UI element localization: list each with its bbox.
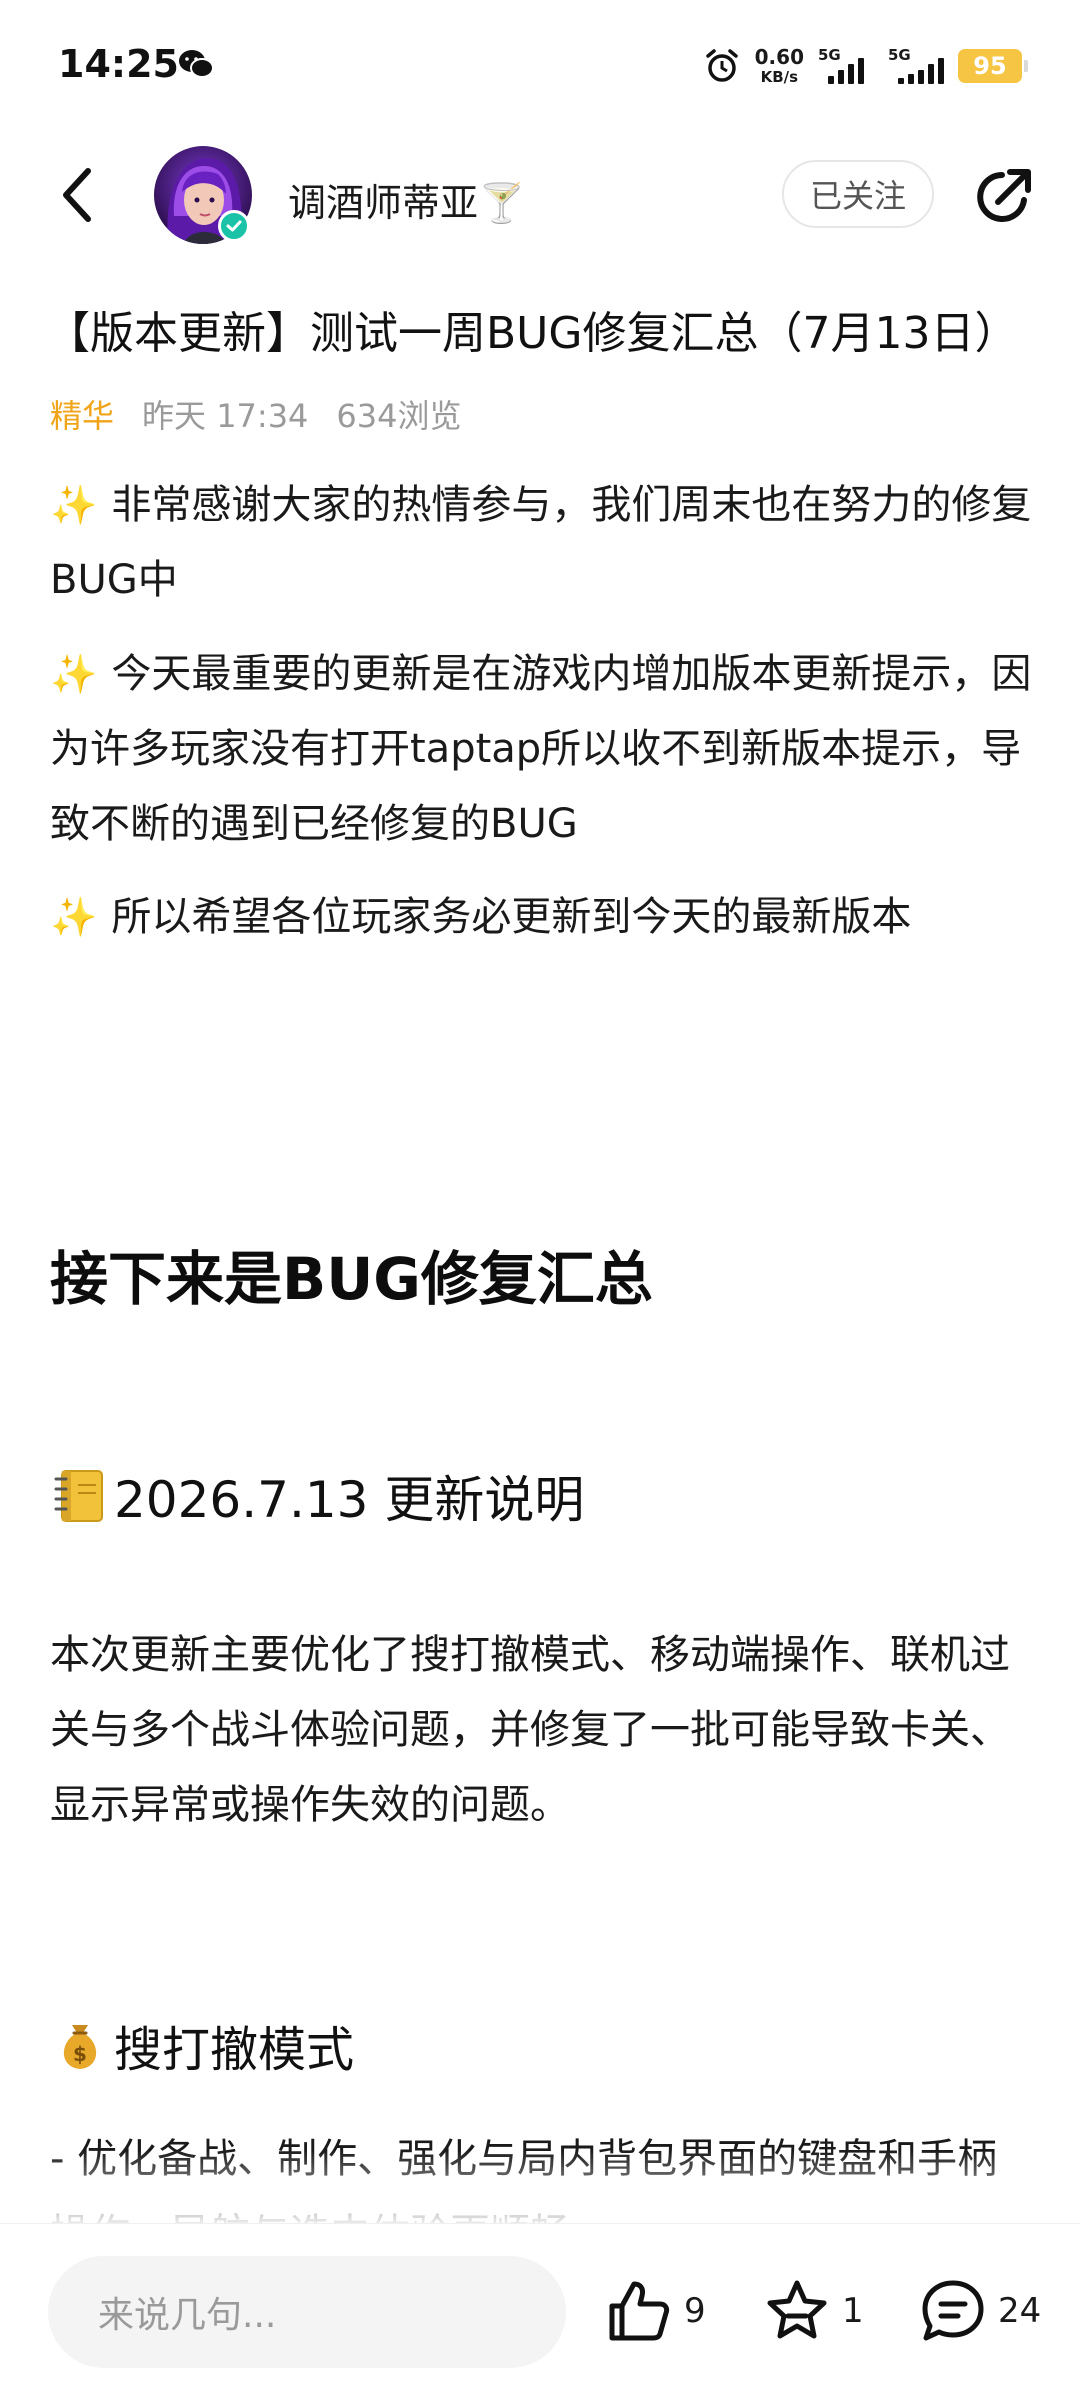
net-speed-unit: KB/s bbox=[760, 68, 799, 86]
post-header: 调酒师蒂亚🍸 已关注 bbox=[0, 130, 1080, 260]
share-icon bbox=[977, 169, 1031, 222]
comment-input[interactable]: 来说几句... bbox=[48, 2256, 566, 2368]
star-icon bbox=[767, 2280, 827, 2339]
paragraph-text: 所以希望各位玩家务必更新到今天的最新版本 bbox=[111, 894, 912, 940]
battery-level: 95 bbox=[973, 52, 1007, 80]
notebook-icon bbox=[54, 1470, 103, 1522]
back-button[interactable] bbox=[48, 160, 108, 230]
follow-button[interactable]: 已关注 bbox=[782, 160, 934, 228]
like-button[interactable]: 9 bbox=[604, 2276, 706, 2346]
share-button[interactable] bbox=[968, 162, 1038, 232]
status-time: 14:25 bbox=[58, 42, 179, 86]
section-heading: 接下来是BUG修复汇总 bbox=[50, 1245, 653, 1313]
update-intro: 本次更新主要优化了搜打撤模式、移动端操作、联机过关与多个战斗体验问题，并修复了一… bbox=[50, 1632, 1010, 1828]
update-heading: 2026.7.13 更新说明 bbox=[50, 1460, 584, 1532]
mode-heading: $ 搜打撤模式 bbox=[50, 2010, 354, 2080]
like-count: 9 bbox=[684, 2291, 706, 2331]
update-heading-text: 2026.7.13 更新说明 bbox=[114, 1471, 585, 1529]
wechat-icon bbox=[179, 50, 214, 78]
svg-text:$: $ bbox=[73, 2042, 87, 2066]
sparkles-icon: ✨ bbox=[50, 483, 98, 527]
sim1-signal: 5G bbox=[818, 46, 874, 86]
featured-tag[interactable]: 精华 bbox=[50, 393, 114, 439]
post-title: 【版本更新】测试一周BUG修复汇总（7月13日） bbox=[46, 308, 1019, 359]
money-bag-icon: $ bbox=[63, 2025, 97, 2069]
comment-bubble-icon bbox=[922, 2280, 984, 2341]
sim2-signal: 5G bbox=[888, 46, 944, 86]
comment-count: 24 bbox=[998, 2291, 1042, 2331]
post-time: 昨天 17:34 bbox=[142, 397, 309, 435]
battery-indicator: 95 bbox=[958, 49, 1028, 83]
sparkles-icon: ✨ bbox=[50, 895, 98, 939]
paragraph-text: 非常感谢大家的热情参与，我们周末也在努力的修复BUG中 bbox=[50, 482, 1032, 603]
paragraph-text: 今天最重要的更新是在游戏内增加版本更新提示，因为许多玩家没有打开taptap所以… bbox=[50, 651, 1032, 847]
bottom-action-bar: 来说几句... 9 1 24 bbox=[0, 2224, 1080, 2400]
paragraph-please-update: ✨ 所以希望各位玩家务必更新到今天的最新版本 bbox=[50, 880, 1035, 955]
network-speed: 0.60 KB/s bbox=[755, 47, 804, 85]
favorite-button[interactable]: 1 bbox=[762, 2276, 864, 2346]
thumbs-up-icon bbox=[609, 2281, 670, 2341]
alarm-icon bbox=[705, 49, 738, 82]
signal-bars-icon bbox=[828, 58, 864, 84]
status-bar: 14:25 0.60 KB/s 5G 5G 95 bbox=[0, 0, 1080, 130]
author-name[interactable]: 调酒师蒂亚🍸 bbox=[288, 172, 525, 227]
paragraph-update-prompt: ✨ 今天最重要的更新是在游戏内增加版本更新提示，因为许多玩家没有打开taptap所… bbox=[50, 637, 1035, 862]
comments-button[interactable]: 24 bbox=[918, 2276, 1041, 2346]
net-speed-value: 0.60 bbox=[754, 45, 804, 69]
verified-badge-icon bbox=[218, 210, 250, 242]
post-meta: 精华 昨天 17:34 634浏览 bbox=[50, 393, 462, 439]
paragraph-thanks: ✨ 非常感谢大家的热情参与，我们周末也在努力的修复BUG中 bbox=[50, 468, 1035, 618]
mode-heading-text: 搜打撤模式 bbox=[114, 2022, 355, 2078]
post-views: 634浏览 bbox=[336, 397, 462, 435]
sparkles-icon: ✨ bbox=[50, 652, 98, 696]
status-indicators: 0.60 KB/s 5G 5G 95 bbox=[703, 44, 1028, 88]
signal-bars-icon bbox=[898, 58, 944, 84]
favorite-count: 1 bbox=[842, 2291, 864, 2331]
content-fade bbox=[0, 2150, 1080, 2230]
chevron-left-icon bbox=[63, 168, 91, 222]
